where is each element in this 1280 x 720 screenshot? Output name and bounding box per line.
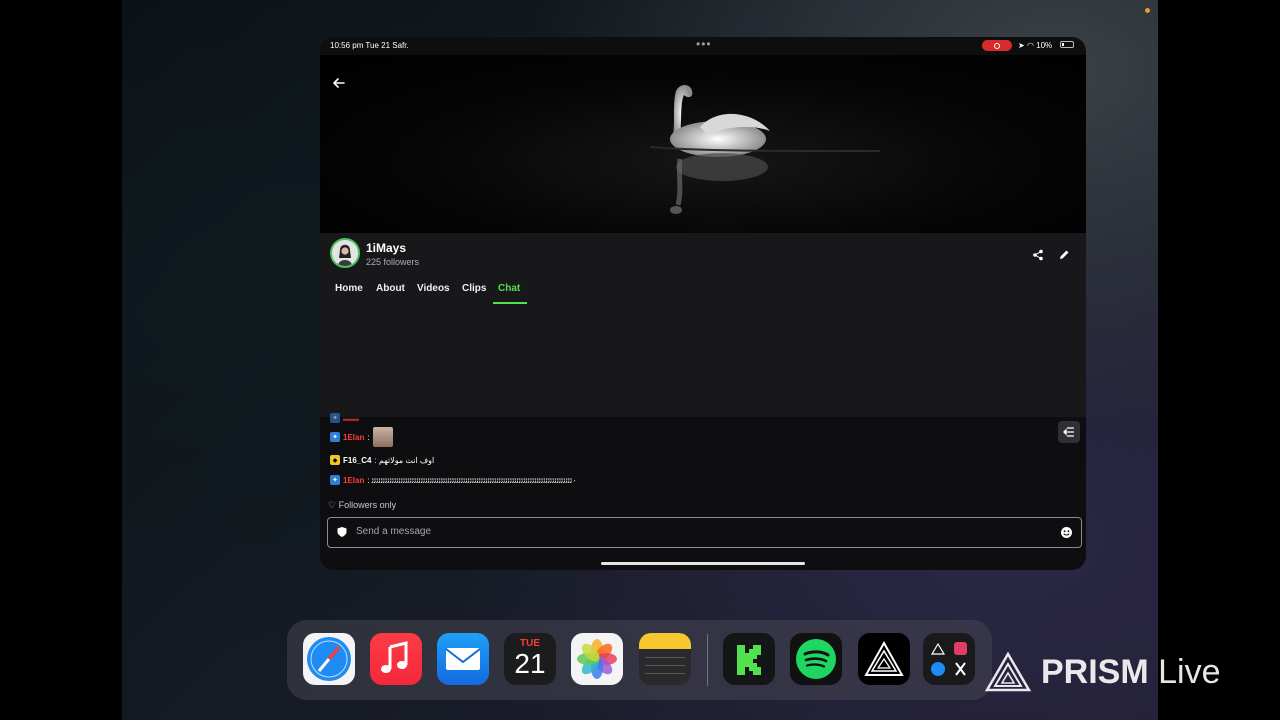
- active-tab-indicator: [493, 302, 527, 304]
- tab-about[interactable]: About: [376, 283, 405, 294]
- heart-icon: ♡: [328, 500, 337, 510]
- chat-message-partial: ✦ ▬▬: [330, 413, 359, 423]
- chat-messages: ✦ ▬▬ ✦ 1Elan : ◆ F16_C4 : اوف انت مولاته…: [320, 413, 1086, 495]
- calendar-date: 21: [514, 648, 546, 679]
- battery-icon: [1060, 41, 1074, 48]
- back-arrow-icon[interactable]: [332, 76, 346, 90]
- tab-clips[interactable]: Clips: [462, 283, 486, 294]
- battery-percent: 10%: [1036, 41, 1053, 50]
- shield-icon[interactable]: [336, 526, 348, 538]
- channel-tabs: Home About Videos Clips Chat: [320, 277, 1086, 306]
- wifi-icon: ◠: [1026, 41, 1034, 50]
- prism-logo-icon: [985, 652, 1031, 692]
- spotify-app-icon[interactable]: [790, 633, 842, 685]
- chat-message: ✦ 1Elan : ٠ﺋﺋﺋﺋﺋﺋﺋﺋﺋﺋﺋﺋﺋﺋﺋﺋﺋﺋﺋﺋﺋﺋﺋﺋﺋﺋﺋﺋﺋ…: [330, 475, 576, 485]
- status-bar: 10:56 pm Tue 21 Safr. ••• ➤ ◠ 10%: [320, 37, 1086, 55]
- share-icon[interactable]: [1032, 249, 1044, 261]
- channel-name[interactable]: 1iMays: [366, 241, 406, 255]
- watermark-text: PRISM Live: [1041, 652, 1221, 691]
- chat-message: ◆ F16_C4 : اوف انت مولاتهم: [330, 455, 434, 465]
- chat-text: : ٠ﺋﺋﺋﺋﺋﺋﺋﺋﺋﺋﺋﺋﺋﺋﺋﺋﺋﺋﺋﺋﺋﺋﺋﺋﺋﺋﺋﺋﺋﺋﺋﺋﺋﺋﺋﺋﺋ…: [367, 475, 577, 485]
- subscriber-badge-icon: ◆: [330, 455, 340, 465]
- mic-indicator-dot: [1145, 8, 1150, 13]
- calendar-app-icon[interactable]: TUE 21: [504, 633, 556, 685]
- home-indicator[interactable]: [601, 562, 805, 565]
- kick-app-window: 10:56 pm Tue 21 Safr. ••• ➤ ◠ 10% 1iMays…: [320, 37, 1086, 570]
- dock-divider: [707, 634, 708, 686]
- wifi-battery-status: ➤ ◠ 10%: [1018, 41, 1052, 50]
- followers-count: 225 followers: [366, 257, 420, 267]
- chat-collapse-button[interactable]: [1058, 421, 1080, 443]
- chat-username[interactable]: 1Elan: [343, 433, 364, 442]
- location-icon: ➤: [1018, 41, 1025, 50]
- channel-avatar[interactable]: [330, 238, 360, 268]
- emoji-icon[interactable]: [1060, 526, 1073, 539]
- chat-text: :: [367, 432, 370, 442]
- prism-app-icon[interactable]: [858, 633, 910, 685]
- screen-recording-indicator[interactable]: [982, 40, 1012, 51]
- safari-app-icon[interactable]: [303, 633, 355, 685]
- kick-app-icon[interactable]: [723, 633, 775, 685]
- badge-icon: ✦: [330, 475, 340, 485]
- badge-icon: ✦: [330, 413, 340, 423]
- pencil-icon[interactable]: [1058, 249, 1070, 261]
- collapse-chat-icon: [1063, 427, 1074, 437]
- tab-home[interactable]: Home: [335, 283, 363, 294]
- chat-username[interactable]: F16_C4: [343, 456, 371, 465]
- chat-message-input[interactable]: Send a message: [327, 517, 1082, 548]
- channel-banner-swan-image: [320, 55, 1086, 233]
- message-placeholder: Send a message: [356, 526, 432, 537]
- photos-app-icon[interactable]: [571, 633, 623, 685]
- chat-emote-image: [372, 427, 393, 447]
- status-time-date: 10:56 pm Tue 21 Safr.: [330, 41, 409, 50]
- tab-videos[interactable]: Videos: [417, 283, 450, 294]
- chat-text: : اوف انت مولاتهم: [374, 455, 435, 465]
- multitasking-dots-icon[interactable]: •••: [696, 37, 712, 51]
- swan-illustration: [649, 85, 881, 214]
- music-app-icon[interactable]: [370, 633, 422, 685]
- channel-header: 1iMays 225 followers: [320, 233, 1086, 281]
- followers-only-notice: ♡ Followers only: [328, 500, 397, 510]
- tab-chat[interactable]: Chat: [498, 283, 520, 294]
- prism-live-watermark: PRISM Live: [985, 652, 1221, 692]
- right-letterbox: [1158, 0, 1280, 720]
- chat-message: ✦ 1Elan :: [330, 427, 393, 447]
- chat-username[interactable]: 1Elan: [343, 476, 364, 485]
- badge-icon: ✦: [330, 432, 340, 442]
- chat-username: ▬▬: [343, 413, 359, 423]
- dock: TUE 21: [287, 620, 992, 700]
- left-letterbox: [0, 0, 122, 720]
- mail-app-icon[interactable]: [437, 633, 489, 685]
- app-folder-icon[interactable]: [923, 633, 975, 685]
- empty-content-area: [320, 305, 1086, 417]
- notes-app-icon[interactable]: [639, 633, 691, 685]
